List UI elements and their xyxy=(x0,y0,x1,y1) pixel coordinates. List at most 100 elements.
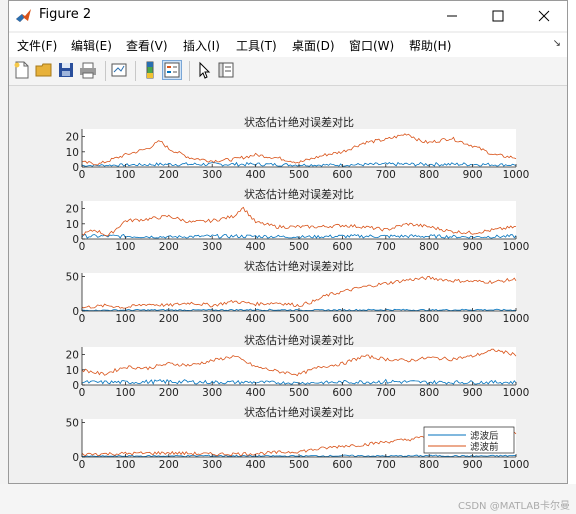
menu-file[interactable]: 文件(F) xyxy=(17,37,57,54)
y-tick-label: 50 xyxy=(66,271,79,283)
plot-area xyxy=(82,347,516,385)
x-tick-label: 1000 xyxy=(503,241,530,253)
x-tick-label: 700 xyxy=(376,459,396,471)
x-tick-label: 600 xyxy=(332,459,352,471)
x-tick-label: 1000 xyxy=(503,459,530,471)
x-tick-label: 400 xyxy=(246,169,266,181)
x-tick-label: 700 xyxy=(376,313,396,325)
menu-tools[interactable]: 工具(T) xyxy=(236,37,277,54)
figure-toolbar xyxy=(9,57,567,86)
toolbar-separator xyxy=(189,61,190,81)
open-file-icon[interactable] xyxy=(35,61,53,79)
x-tick-label: 900 xyxy=(463,169,483,181)
title-bar: Figure 2 xyxy=(9,1,567,31)
x-tick-label: 500 xyxy=(289,169,309,181)
y-tick-label: 0 xyxy=(72,306,79,318)
plot-title: 状态估计绝对误差对比 xyxy=(244,333,354,347)
plot-title: 状态估计绝对误差对比 xyxy=(244,405,354,419)
x-tick-label: 900 xyxy=(463,387,483,399)
y-tick-label: 20 xyxy=(66,132,79,144)
y-tick-label: 0 xyxy=(72,452,79,464)
y-tick-label: 50 xyxy=(66,417,79,429)
x-tick-label: 300 xyxy=(202,459,222,471)
x-tick-label: 200 xyxy=(159,313,179,325)
maximize-button[interactable] xyxy=(475,1,521,31)
x-tick-label: 800 xyxy=(419,387,439,399)
dock-arrow-icon[interactable]: ↘ xyxy=(553,38,561,49)
menu-window[interactable]: 窗口(W) xyxy=(349,37,394,54)
x-tick-label: 700 xyxy=(376,241,396,253)
print-icon[interactable] xyxy=(79,61,97,79)
x-tick-label: 800 xyxy=(419,459,439,471)
close-icon xyxy=(538,10,550,22)
plot-area xyxy=(82,129,516,167)
x-tick-label: 900 xyxy=(463,241,483,253)
menu-edit[interactable]: 编辑(E) xyxy=(71,37,112,54)
link-plot-icon[interactable] xyxy=(110,61,128,79)
x-tick-label: 100 xyxy=(115,169,135,181)
y-tick-label: 20 xyxy=(66,350,79,362)
y-tick-label: 0 xyxy=(72,234,79,246)
minimize-icon xyxy=(447,15,457,17)
x-tick-label: 0 xyxy=(79,459,86,471)
y-tick-label: 0 xyxy=(72,380,79,392)
y-tick-label: 20 xyxy=(66,204,79,216)
matlab-logo-icon xyxy=(16,9,31,22)
x-tick-label: 0 xyxy=(79,169,86,181)
x-tick-label: 1000 xyxy=(503,387,530,399)
x-tick-label: 600 xyxy=(332,241,352,253)
x-tick-label: 100 xyxy=(115,387,135,399)
x-tick-label: 800 xyxy=(419,241,439,253)
window-title: Figure 2 xyxy=(39,7,92,22)
minimize-button[interactable] xyxy=(429,1,475,31)
insert-legend-icon[interactable] xyxy=(162,60,182,80)
x-tick-label: 0 xyxy=(79,241,86,253)
y-tick-label: 10 xyxy=(66,365,79,377)
subplots-area: 状态估计绝对误差对比0 100 200 300 400 500 600 700 800 900 10… xyxy=(66,115,530,471)
insert-colorbar-icon[interactable] xyxy=(141,61,159,79)
y-tick-label: 10 xyxy=(66,219,79,231)
x-tick-label: 100 xyxy=(115,241,135,253)
menu-bar: 文件(F) 编辑(E) 查看(V) 插入(I) 工具(T) 桌面(D) 窗口(W… xyxy=(9,33,567,57)
x-tick-label: 600 xyxy=(332,313,352,325)
x-tick-label: 1000 xyxy=(503,169,530,181)
menu-view[interactable]: 查看(V) xyxy=(126,37,168,54)
x-tick-label: 300 xyxy=(202,387,222,399)
toolbar-separator xyxy=(135,61,136,81)
x-tick-label: 800 xyxy=(419,313,439,325)
menu-desktop[interactable]: 桌面(D) xyxy=(292,37,335,54)
x-tick-label: 900 xyxy=(463,313,483,325)
x-tick-label: 100 xyxy=(115,313,135,325)
x-tick-label: 300 xyxy=(202,313,222,325)
close-button[interactable] xyxy=(521,1,567,31)
edit-plot-icon[interactable] xyxy=(195,61,213,79)
x-tick-label: 500 xyxy=(289,459,309,471)
x-tick-label: 600 xyxy=(332,387,352,399)
legend-label: 滤波前 xyxy=(470,441,499,453)
figure-canvas: 状态估计绝对误差对比 0 100 200 300 400 500 600 700 800 900 10… xyxy=(11,87,565,483)
x-tick-label: 700 xyxy=(376,387,396,399)
plot-title: 状态估计绝对误差对比 xyxy=(244,115,354,129)
background-app-strip xyxy=(0,0,8,514)
property-inspector-icon[interactable] xyxy=(217,61,235,79)
plot-title: 状态估计绝对误差对比 xyxy=(244,187,354,201)
x-tick-label: 200 xyxy=(159,169,179,181)
maximize-icon xyxy=(492,10,504,22)
legend-box xyxy=(423,426,515,454)
menu-help[interactable]: 帮助(H) xyxy=(409,37,451,54)
x-tick-label: 0 xyxy=(79,313,86,325)
save-icon[interactable] xyxy=(57,61,75,79)
y-tick-label: 10 xyxy=(66,147,79,159)
x-tick-label: 200 xyxy=(159,387,179,399)
x-tick-label: 500 xyxy=(289,313,309,325)
watermark: CSDN @MATLAB卡尔曼 xyxy=(458,501,570,512)
x-tick-label: 400 xyxy=(246,387,266,399)
y-tick-label: 0 xyxy=(72,162,79,174)
new-figure-icon[interactable] xyxy=(13,61,31,79)
x-tick-label: 400 xyxy=(246,459,266,471)
x-tick-label: 300 xyxy=(202,241,222,253)
x-tick-label: 500 xyxy=(289,387,309,399)
x-tick-label: 300 xyxy=(202,169,222,181)
menu-insert[interactable]: 插入(I) xyxy=(183,37,220,54)
x-tick-label: 100 xyxy=(115,459,135,471)
